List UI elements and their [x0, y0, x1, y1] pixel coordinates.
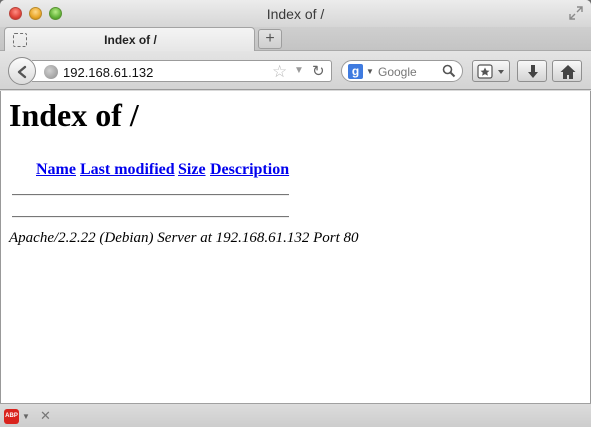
navigation-toolbar: 192.168.61.132 ☆ ▼ ↻ g ▼ Google	[0, 51, 591, 90]
server-signature: Apache/2.2.22 (Debian) Server at 192.168…	[9, 230, 359, 246]
fullscreen-icon[interactable]	[569, 6, 583, 20]
bookmarks-star-icon	[477, 64, 504, 79]
bookmark-star-icon[interactable]: ☆	[272, 62, 287, 82]
google-engine-icon[interactable]: g	[348, 64, 363, 79]
tab-strip: Index of / +	[0, 27, 591, 52]
back-arrow-icon	[17, 65, 27, 79]
new-tab-button[interactable]: +	[258, 29, 282, 49]
engine-dropdown-icon[interactable]: ▼	[366, 67, 374, 76]
column-size-link[interactable]: Size	[178, 161, 206, 179]
window-title: Index of /	[266, 6, 325, 22]
page-heading: Index of /	[9, 97, 139, 133]
column-name-link[interactable]: Name	[36, 161, 76, 179]
adblock-plus-icon[interactable]: ABP	[4, 409, 19, 424]
addon-bar: ABP ▼ ✕	[0, 403, 591, 427]
back-button[interactable]	[8, 57, 36, 85]
home-icon	[560, 65, 576, 79]
divider	[12, 194, 289, 196]
browser-window: Index of / Index of / + 192.168.61.132 ☆…	[0, 0, 591, 427]
search-input[interactable]: Google	[378, 65, 417, 79]
download-arrow-icon	[528, 65, 538, 78]
column-last-modified-link[interactable]: Last modified	[80, 161, 175, 179]
home-button[interactable]	[552, 60, 582, 82]
title-bar: Index of /	[0, 0, 591, 27]
column-description-link[interactable]: Description	[210, 161, 289, 179]
url-text[interactable]: 192.168.61.132	[63, 65, 153, 80]
globe-icon	[44, 65, 58, 79]
bookmarks-button[interactable]	[472, 60, 510, 82]
tab-label: Index of /	[104, 33, 157, 47]
plus-icon: +	[265, 30, 275, 47]
page-content: Index of / Name Last modified Size Descr…	[0, 91, 591, 403]
address-bar[interactable]: 192.168.61.132 ☆ ▼ ↻	[32, 60, 332, 82]
reload-icon[interactable]: ↻	[312, 62, 325, 80]
divider	[12, 216, 289, 218]
downloads-button[interactable]	[517, 60, 547, 82]
adblock-dropdown-icon[interactable]: ▼	[22, 412, 30, 421]
search-bar[interactable]: g ▼ Google	[341, 60, 463, 82]
magnifier-icon[interactable]	[442, 64, 456, 83]
history-dropdown-icon[interactable]: ▼	[294, 65, 304, 76]
tab-index-of[interactable]: Index of /	[4, 27, 255, 52]
close-addon-bar-icon[interactable]: ✕	[40, 408, 51, 424]
